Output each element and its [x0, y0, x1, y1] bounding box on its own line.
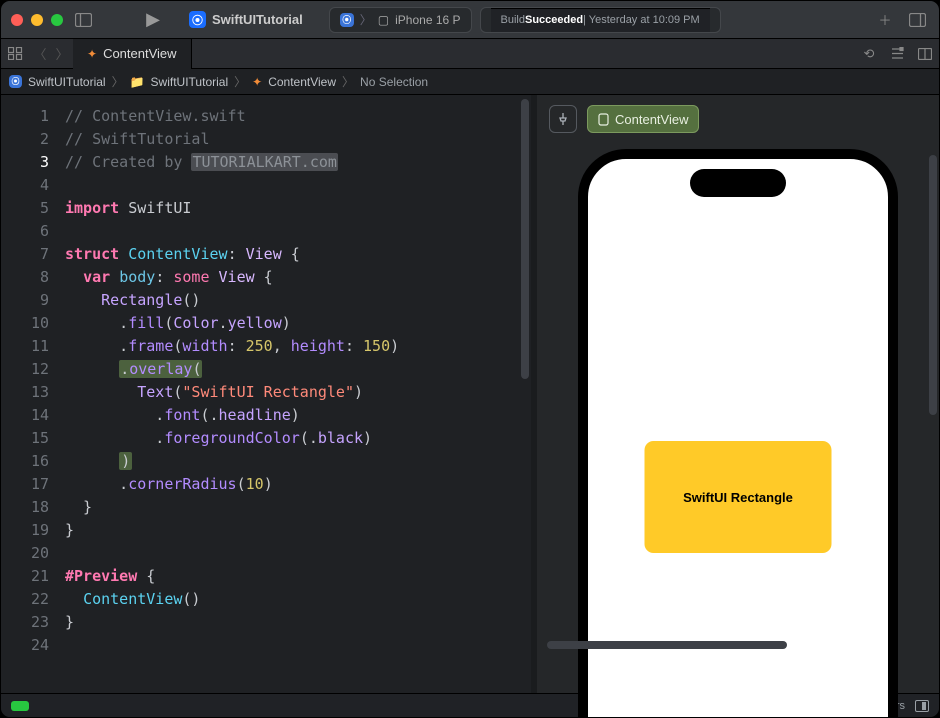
back-button[interactable]: 〈: [29, 44, 51, 63]
xcode-window: ▶ ⦿ SwiftUITutorial ⦿ 〉 ▢ iPhone 16 P Bu…: [0, 0, 940, 718]
window-controls: [11, 14, 63, 26]
add-editor-icon[interactable]: [911, 46, 939, 62]
project-icon: ⦿: [9, 75, 22, 88]
add-button[interactable]: ＋: [873, 8, 897, 32]
crumb-file[interactable]: ContentView: [268, 75, 336, 89]
swift-file-icon: ✦: [87, 47, 97, 61]
crumb-project[interactable]: SwiftUITutorial: [28, 75, 106, 89]
toggle-debug-area-icon[interactable]: [915, 700, 929, 712]
scheme-icon: ⦿: [340, 13, 354, 27]
editor-scrollbar[interactable]: [521, 99, 529, 379]
tab-bar: 〈 〉 ✦ ContentView ⟲: [1, 39, 939, 69]
preview-canvas: ContentView SwiftUI Rectangle ▶: [531, 95, 939, 693]
run-button[interactable]: ▶: [141, 8, 165, 32]
file-tab-label: ContentView: [103, 46, 176, 61]
dynamic-island: [690, 169, 786, 197]
preview-selector[interactable]: ContentView: [587, 105, 699, 133]
code-editor[interactable]: 1 2 3 4 5 6 7 8 9 10 11 12 13 14 15 16 1…: [1, 95, 531, 693]
app-icon: ⦿: [189, 11, 206, 28]
pin-preview-button[interactable]: [549, 105, 577, 133]
device-icon: [598, 113, 609, 126]
device-label: iPhone 16 P: [395, 13, 460, 27]
preview-label: ContentView: [615, 112, 688, 127]
swift-file-icon: ✦: [252, 75, 262, 89]
zoom-icon[interactable]: [51, 14, 63, 26]
refresh-icon[interactable]: ⟲: [855, 46, 883, 62]
toggle-inspector-icon[interactable]: [905, 8, 929, 32]
status-led-icon: [11, 701, 29, 711]
crumb-selection[interactable]: No Selection: [360, 75, 428, 89]
iphone-frame: SwiftUI Rectangle: [578, 149, 898, 718]
run-destination[interactable]: ⦿ 〉 ▢ iPhone 16 P: [329, 7, 472, 33]
preview-header: ContentView: [537, 95, 939, 143]
folder-icon: 📁: [130, 75, 145, 89]
related-items-icon[interactable]: [1, 47, 29, 60]
build-status-pill[interactable]: Build Succeeded | Yesterday at 10:09 PM: [480, 7, 721, 33]
adjust-editor-icon[interactable]: [883, 46, 911, 62]
device-icon: ▢: [378, 13, 389, 27]
minimize-icon[interactable]: [31, 14, 43, 26]
line-gutter: 1 2 3 4 5 6 7 8 9 10 11 12 13 14 15 16 1…: [1, 95, 59, 693]
rendered-rectangle: SwiftUI Rectangle: [645, 441, 832, 553]
jump-bar[interactable]: ⦿ SwiftUITutorial 〉 📁 SwiftUITutorial 〉 …: [1, 69, 939, 95]
toggle-navigator-icon[interactable]: [71, 8, 95, 32]
project-name: SwiftUITutorial: [212, 12, 303, 27]
preview-viewport[interactable]: SwiftUI Rectangle: [537, 143, 939, 718]
code-content[interactable]: // ContentView.swift // SwiftTutorial //…: [59, 95, 531, 693]
title-bar: ▶ ⦿ SwiftUITutorial ⦿ 〉 ▢ iPhone 16 P Bu…: [1, 1, 939, 39]
main-area: 1 2 3 4 5 6 7 8 9 10 11 12 13 14 15 16 1…: [1, 95, 939, 693]
forward-button[interactable]: 〉: [51, 44, 73, 63]
project-title[interactable]: ⦿ SwiftUITutorial: [189, 11, 303, 28]
close-icon[interactable]: [11, 14, 23, 26]
preview-horizontal-scrollbar[interactable]: [547, 641, 787, 649]
rendered-text: SwiftUI Rectangle: [683, 490, 793, 505]
file-tab-contentview[interactable]: ✦ ContentView: [73, 39, 192, 69]
crumb-folder[interactable]: SwiftUITutorial: [151, 75, 229, 89]
preview-vertical-scrollbar[interactable]: [929, 155, 937, 615]
